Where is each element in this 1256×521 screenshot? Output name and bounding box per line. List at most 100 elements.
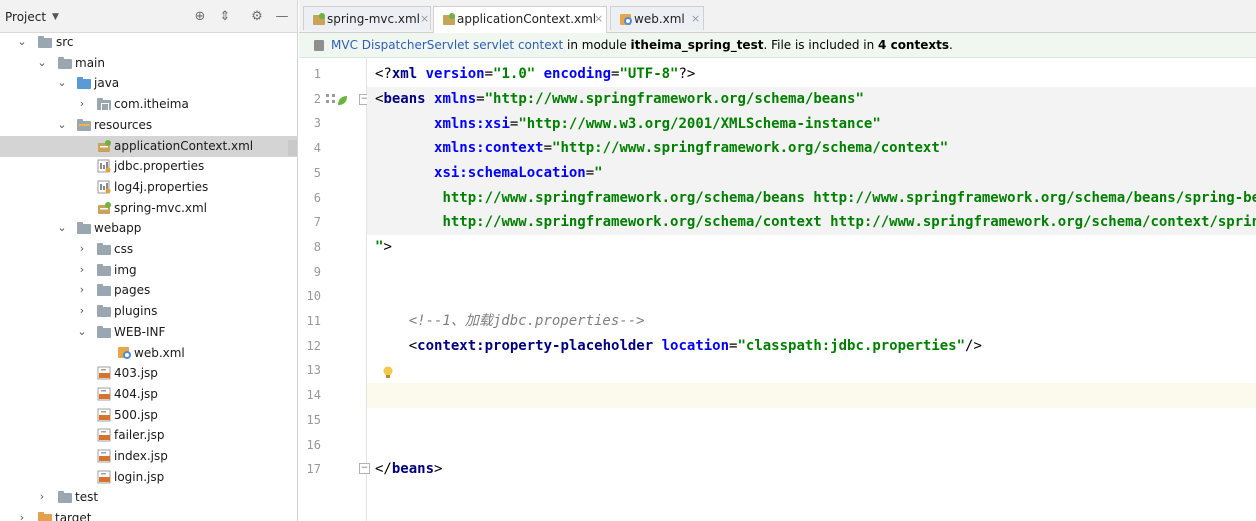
line-number: 15 [306, 412, 321, 427]
locate-target-icon[interactable]: ⊕ [192, 8, 208, 24]
chevron-down-icon[interactable]: ⌄ [56, 118, 68, 132]
module-name: itheima_spring_test [630, 38, 764, 52]
tree-item-label: webapp [94, 221, 142, 236]
tree-item[interactable]: › img [0, 260, 297, 281]
tab-close-icon[interactable]: × [420, 12, 429, 25]
collapse-all-icon[interactable]: ⇕ [217, 8, 233, 24]
tree-item-label: test [75, 490, 99, 505]
tree-item[interactable]: ⌄ webapp [0, 218, 297, 239]
servlet-context-link[interactable]: MVC DispatcherServlet servlet context [331, 38, 563, 52]
dropdown-caret-icon[interactable]: ▼ [52, 12, 59, 22]
tree-item[interactable]: ⌄ java [0, 73, 297, 94]
line-number-gutter: 1 2 3 4 5 6 7 8 9 10 11 12 13 14 15 16 17 − − [299, 58, 393, 521]
chevron-right-icon[interactable]: › [76, 97, 88, 111]
jsp-file-icon [97, 408, 112, 422]
tree-item[interactable]: › test [0, 487, 297, 508]
code-line-12: <context:property-placeholder location="… [408, 338, 982, 354]
gear-icon[interactable]: ⚙ [249, 8, 265, 24]
tab-spring-mvc-xml[interactable]: spring-mvc.xml × [303, 6, 431, 30]
line-number: 6 [313, 190, 321, 205]
chevron-right-icon[interactable]: › [16, 511, 28, 521]
tree-item[interactable]: spring-mvc.xml [0, 198, 297, 219]
chevron-down-icon[interactable]: ⌄ [56, 221, 68, 235]
line-number: 17 [306, 462, 321, 477]
line-number: 9 [313, 264, 321, 279]
folder-icon [97, 243, 111, 255]
jsp-file-icon [97, 449, 112, 463]
tree-item[interactable]: ⌄ main [0, 53, 297, 74]
code-line-8: "> [375, 239, 392, 255]
file-context-icon [314, 40, 324, 51]
web-xml-file-icon [117, 346, 132, 359]
folder-icon [97, 325, 111, 338]
tree-item[interactable]: 404.jsp [0, 384, 297, 405]
spring-xml-file-icon [442, 12, 456, 26]
code-line-7: http://www.springframework.org/schema/co… [367, 210, 1256, 235]
tree-item-label: java [94, 76, 120, 91]
tree-item[interactable]: › com.itheima [0, 94, 297, 115]
chevron-right-icon[interactable]: › [76, 242, 88, 256]
spring-bean-gutter-icon[interactable] [324, 91, 350, 109]
tab-label: applicationContext.xml [457, 12, 597, 26]
tree-item-label: log4j.properties [114, 179, 209, 194]
tree-item[interactable]: login.jsp [0, 467, 297, 488]
code-editor[interactable]: <?xml version="1.0" encoding="UTF-8"?> <… [367, 58, 1256, 521]
code-line-14-current [367, 383, 1256, 408]
tree-item[interactable]: ⌄ resources [0, 115, 297, 136]
folder-icon [58, 491, 72, 504]
line-number: 16 [306, 437, 321, 452]
tree-item-label: login.jsp [114, 469, 165, 484]
tree-item[interactable]: 403.jsp [0, 363, 297, 384]
excluded-folder-icon [38, 512, 52, 521]
tree-item-label: src [56, 35, 74, 49]
folder-icon [97, 284, 111, 297]
chevron-right-icon[interactable]: › [76, 304, 88, 318]
tree-item-label: failer.jsp [114, 428, 165, 443]
tree-item[interactable]: › pages [0, 280, 297, 301]
tab-close-icon[interactable]: × [594, 12, 603, 25]
tree-scrollbar[interactable] [288, 140, 297, 156]
line-number: 14 [306, 388, 321, 403]
chevron-right-icon[interactable]: › [76, 263, 88, 277]
tree-item[interactable]: index.jsp [0, 446, 297, 467]
folder-icon [77, 222, 91, 235]
tree-item[interactable]: › css [0, 239, 297, 260]
project-panel: Project ▼ ⊕ ⇕ ⚙ — ⌄ src ⌄ main ⌄ java › com.ith… [0, 0, 298, 521]
chevron-right-icon[interactable]: › [76, 283, 88, 297]
tree-item[interactable]: applicationContext.xml [0, 135, 297, 157]
tree-item-label: WEB-INF [114, 324, 166, 339]
code-line-1: <?xml version="1.0" encoding="UTF-8"?> [375, 66, 696, 82]
jsp-file-icon [97, 366, 112, 380]
code-line-6: http://www.springframework.org/schema/be… [367, 186, 1256, 211]
context-info-text: MVC DispatcherServlet servlet context in… [331, 38, 953, 52]
tab-applicationcontext-xml[interactable]: applicationContext.xml × [433, 6, 607, 33]
tree-item-label: 500.jsp [114, 407, 158, 422]
hide-panel-icon[interactable]: — [274, 8, 290, 24]
code-line-4: xmlns:context="http://www.springframewor… [367, 136, 1256, 161]
chevron-down-icon[interactable]: ⌄ [16, 35, 28, 49]
tree-item[interactable]: › plugins [0, 301, 297, 322]
tree-item[interactable]: ⌄ WEB-INF [0, 322, 297, 343]
tree-item[interactable]: web.xml [0, 343, 297, 364]
tab-web-xml[interactable]: web.xml × [610, 6, 704, 30]
code-line-3: xmlns:xsi="http://www.w3.org/2001/XMLSch… [367, 112, 1256, 137]
chevron-down-icon[interactable]: ⌄ [76, 325, 88, 339]
tab-close-icon[interactable]: × [691, 12, 700, 25]
tree-item[interactable]: ⌄ src [0, 32, 297, 53]
chevron-down-icon[interactable]: ⌄ [56, 76, 68, 90]
tree-item[interactable]: › target [0, 508, 297, 521]
contexts-count: 4 contexts [878, 38, 949, 52]
project-view-selector[interactable]: Project [5, 10, 46, 24]
tree-item[interactable]: failer.jsp [0, 425, 297, 446]
tree-item[interactable]: jdbc.properties [0, 156, 297, 177]
chevron-right-icon[interactable]: › [36, 490, 48, 504]
tree-item[interactable]: log4j.properties [0, 177, 297, 198]
chevron-down-icon[interactable]: ⌄ [36, 56, 48, 70]
tab-label: web.xml [634, 12, 685, 26]
line-number: 4 [313, 141, 321, 156]
spring-xml-file-icon [97, 139, 112, 152]
jsp-file-icon [97, 470, 112, 484]
tree-item[interactable]: 500.jsp [0, 405, 297, 426]
code-line-2: <beans xmlns="http://www.springframework… [367, 87, 1256, 112]
source-folder-icon [77, 77, 91, 90]
